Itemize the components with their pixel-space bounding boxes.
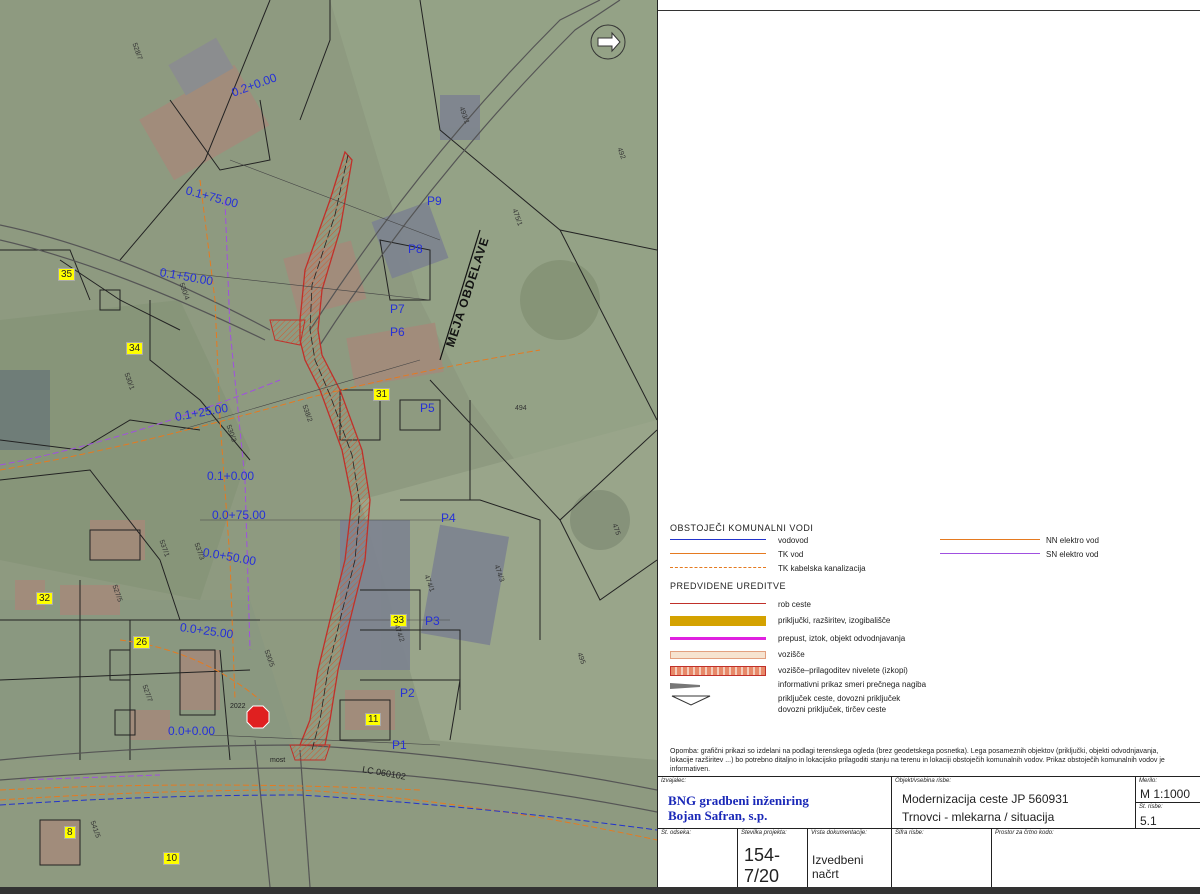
legend-row: informativni prikaz smeri prečnega nagib… (670, 679, 1190, 693)
legend-text: vodovod (778, 536, 809, 545)
legend-text: vozišče–prilagoditev nivelete (izkopi) (778, 666, 908, 675)
project-number-label: Številka projekta: (741, 830, 787, 836)
legend-row: rob ceste (670, 599, 1190, 613)
legend-row: TK vod (670, 549, 930, 563)
legend-row: SN elektro vod (940, 549, 1190, 563)
map-drawing (0, 0, 657, 887)
legend-row: TK kabelska kanalizacija (670, 563, 930, 577)
scale-value: M 1:1000 (1140, 787, 1191, 801)
bottom-frame (0, 887, 1200, 894)
cross-slope-arrow-icon (670, 683, 700, 689)
sign-label: 2022 (230, 703, 246, 710)
legend-text: prepust, iztok, objekt odvodnjavanja (778, 634, 906, 643)
point-label: P3 (425, 614, 440, 628)
object-cell: Objekt/vsebina risbe: Modernizacija cest… (892, 777, 1136, 829)
point-label: P4 (441, 511, 456, 525)
carriageway-excavation-symbol (670, 666, 766, 676)
legend-row: vozišče (670, 647, 1190, 663)
section-label: Št. odseka: (661, 830, 692, 836)
legend-text: informativni prikaz smeri prečnega nagib… (778, 680, 927, 689)
parcel-label: 494 (515, 405, 527, 412)
barcode-label: Prostor za črtno kodo: (995, 830, 1054, 836)
chainage-label: 0.1+0.00 (207, 469, 255, 483)
house-number-badge: 8 (64, 826, 76, 839)
point-label: P1 (392, 738, 407, 752)
legend-row: vodovod (670, 535, 930, 549)
doc-type-cell: Vrsta dokumentacije: Izvedbeni načrt (808, 829, 892, 888)
point-label: P2 (400, 686, 415, 700)
legend-existing-block: vodovod TK vod TK kabelska kanalizacija … (670, 535, 1190, 581)
company-owner: Bojan Safran, s.p. (668, 808, 768, 823)
drawing-code-cell: Šifra risbe: (892, 829, 992, 888)
doc-type-value: Izvedbeni načrt (812, 853, 864, 881)
legend-text: priključek ceste, dovozni priključek (778, 694, 901, 703)
legend-text: NN elektro vod (1046, 536, 1099, 545)
point-label: P5 (420, 401, 435, 415)
point-label: P6 (390, 325, 405, 339)
project-number-value: 154-7/20 (744, 845, 781, 886)
legend-planned-title: PREDVIDENE UREDITVE (670, 581, 787, 591)
road-edge-symbol (670, 603, 766, 610)
company-name: BNG gradbeni inženiring (668, 793, 809, 808)
legend-row: priključek ceste, dovozni priključek dov… (670, 693, 1190, 719)
house-number-badge: 11 (365, 713, 382, 726)
culvert-symbol (670, 637, 766, 640)
contractor-label: Izvajalec: (661, 778, 687, 784)
telecom-line-symbol (670, 553, 766, 560)
barcode-cell: Prostor za črtno kodo: (992, 829, 1200, 888)
object-label: Objekt/vsebina risbe: (895, 778, 952, 784)
drawing-number-label: Št. risbe: (1139, 804, 1163, 810)
house-number-badge: 34 (126, 342, 144, 355)
legend-text: priključki, razširitev, izogibališče (778, 616, 891, 625)
drawing-number-cell: Št. risbe: 5.1 (1136, 803, 1200, 829)
scale-label: Merilo: (1139, 778, 1158, 784)
water-line-symbol (670, 539, 766, 546)
point-label: P7 (390, 302, 405, 316)
bridge-label: most (270, 757, 286, 764)
carriageway-symbol (670, 651, 766, 659)
section-cell: Št. odseka: (658, 829, 738, 888)
legend-text: vozišče (778, 650, 805, 659)
point-label: P9 (427, 194, 442, 208)
drawing-number-value: 5.1 (1140, 814, 1157, 828)
contractor-cell: Izvajalec: BNG gradbeni inženiring Bojan… (658, 777, 892, 829)
title-block: Izvajalec: BNG gradbeni inženiring Bojan… (658, 776, 1200, 888)
connection-symbol (670, 616, 766, 626)
house-number-badge: 32 (36, 592, 54, 605)
site-plan-map[interactable]: 0.2+0.00 0.1+75.00 0.1+50.00 0.1+25.00 0… (0, 0, 658, 887)
legend: OBSTOJEČI KOMUNALNI VODI vodovod TK vod … (670, 523, 1190, 719)
drawing-note: Opomba: grafični prikazi so izdelani na … (670, 748, 1165, 773)
legend-text: SN elektro vod (1046, 550, 1099, 559)
access-triangle-icon (671, 695, 711, 706)
low-voltage-symbol (940, 539, 1040, 546)
drawing-code-label: Šifra risbe: (895, 830, 924, 836)
scale-cell: Merilo: M 1:1000 (1136, 777, 1200, 803)
legend-row: prepust, iztok, objekt odvodnjavanja (670, 631, 1190, 647)
house-number-badge: 35 (58, 268, 76, 281)
object-title: Modernizacija ceste JP 560931 (902, 792, 1069, 806)
house-number-badge: 31 (373, 388, 391, 401)
medium-voltage-symbol (940, 553, 1040, 560)
doc-type-label: Vrsta dokumentacije: (811, 830, 867, 836)
chainage-label: 0.0+0.00 (168, 724, 216, 738)
legend-row: priključki, razširitev, izogibališče (670, 613, 1190, 631)
house-number-badge: 26 (133, 636, 151, 649)
house-number-badge: 10 (163, 852, 181, 865)
legend-row: NN elektro vod (940, 535, 1190, 549)
legend-text: TK kabelska kanalizacija (778, 564, 866, 573)
legend-text: TK vod (778, 550, 804, 559)
chainage-label: 0.0+75.00 (212, 508, 266, 522)
legend-existing-title: OBSTOJEČI KOMUNALNI VODI (670, 523, 814, 533)
object-subtitle: Trnovci - mlekarna / situacija (902, 810, 1055, 824)
legend-text: dovozni priključek, tirčev ceste (778, 705, 887, 714)
legend-row: vozišče–prilagoditev nivelete (izkopi) (670, 663, 1190, 679)
point-label: P8 (408, 242, 423, 256)
drawing-sheet-panel: OBSTOJEČI KOMUNALNI VODI vodovod TK vod … (658, 11, 1200, 888)
project-number-cell: Številka projekta: 154-7/20 (738, 829, 808, 888)
legend-text: rob ceste (778, 600, 811, 609)
telecom-duct-symbol (670, 567, 766, 574)
